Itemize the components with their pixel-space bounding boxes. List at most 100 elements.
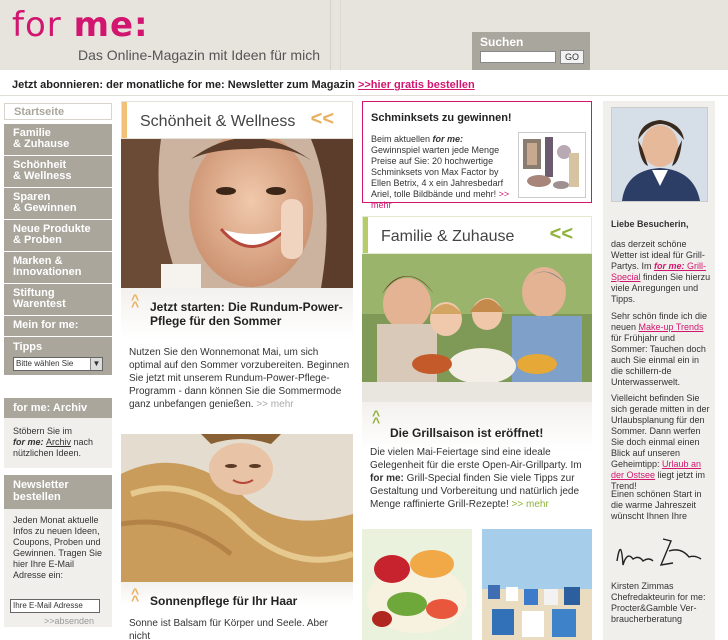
search-label: Suchen — [480, 35, 524, 49]
archiv-text-line: for me: Archiv nach — [13, 437, 106, 448]
chevron-up-icon: ^ ^ — [131, 585, 140, 608]
contest-promo-text-2: Gewinnspiel warten jede Menge Preise auf… — [371, 145, 504, 199]
woman-smiling-image[interactable] — [121, 139, 353, 288]
left-navigation: Startseite Familie & Zuhause Schönheit &… — [4, 103, 112, 627]
editor-role: Chefredakteurin for me: Procter&Gamble V… — [611, 592, 706, 624]
nav-item-schoenheit-wellness[interactable]: Schönheit & Wellness — [4, 156, 112, 187]
editor-paragraph-3: Vielleicht befinden Sie sich gerade mitt… — [611, 393, 711, 492]
beach-baskets-illustration — [482, 529, 592, 640]
contest-promo-text: Beim aktuellen for me: Gewinnspiel warte… — [371, 134, 511, 211]
editor-closing: Einen schönen Start in die warme Jahresz… — [611, 489, 702, 521]
contest-promo-box[interactable]: Schminksets zu gewinnen! Beim aktuellen … — [362, 101, 592, 210]
chevron-up-icon: ^ ^ — [131, 291, 140, 314]
editor-p2-text-b: für Frühjahr und Sommer: Tauchen doch au… — [611, 333, 706, 387]
nav-item-neue-produkte[interactable]: Neue Produkte & Proben — [4, 220, 112, 251]
archiv-brand: for me: — [13, 437, 47, 447]
nav-item-stiftung-warentest[interactable]: Stiftung Warentest — [4, 284, 112, 315]
makeup-kit-image[interactable] — [518, 132, 586, 198]
newsletter-box: Jeden Monat aktuelle Infos zu neuen Idee… — [4, 509, 112, 627]
beauty-article-1-title[interactable]: Jetzt starten: Die Rundum-Power-Pflege f… — [150, 300, 350, 328]
nav-item-sparen-gewinnen[interactable]: Sparen & Gewinnen — [4, 188, 112, 219]
nav-item-mein-for-me[interactable]: Mein for me: — [4, 316, 112, 336]
archiv-text-line: Stöbern Sie im — [13, 426, 73, 436]
tipps-label: Tipps — [13, 341, 43, 353]
family-barbecue-image[interactable] — [362, 254, 592, 402]
beauty-article-2-title[interactable]: Sonnenpflege für Ihr Haar — [150, 594, 297, 608]
double-chevron-icon: << — [310, 108, 334, 130]
newsletter-email-input[interactable]: Ihre E-Mail Adresse — [10, 599, 100, 613]
section-accent-bar — [122, 102, 127, 138]
editor-grill-link-brand[interactable]: for me: — [654, 261, 685, 271]
woman-hair-illustration — [121, 434, 353, 582]
header-divider — [340, 0, 341, 70]
newsletter-bar-label: Jetzt abonnieren: der monatliche for me:… — [12, 79, 358, 91]
site-logo[interactable]: for me: — [12, 5, 149, 45]
archiv-text-part: nach — [71, 437, 94, 447]
logo-for: for — [12, 5, 74, 45]
editor-greeting: Liebe Besucherin, — [611, 219, 689, 229]
newsletter-order-link[interactable]: >>hier gratis bestellen — [358, 79, 475, 91]
chevron-down-icon[interactable]: ▼ — [90, 358, 102, 370]
family-article-text-1: Die vielen Mai-Feiertage sind eine ideal… — [370, 447, 582, 471]
archiv-heading: for me: Archiv — [4, 398, 112, 418]
nav-item-familie-zuhause[interactable]: Familie & Zuhause — [4, 124, 112, 155]
chevron-up-icon: ^ ^ — [372, 407, 381, 430]
family-barbecue-illustration — [362, 254, 592, 402]
search-go-button[interactable]: GO — [560, 50, 584, 64]
search-input[interactable] — [480, 51, 556, 63]
nav-item-marken-innovationen[interactable]: Marken & Innovationen — [4, 252, 112, 283]
editor-name: Kirsten Zimmas — [611, 581, 674, 591]
beauty-article-1-body: Nutzen Sie den Wonnemonat Mai, um sich o… — [129, 347, 350, 410]
beauty-article-1-text: Nutzen Sie den Wonnemonat Mai, um sich o… — [129, 346, 351, 411]
family-article-text: Die vielen Mai-Feiertage sind eine ideal… — [370, 446, 592, 511]
family-article-title[interactable]: Die Grillsaison ist eröffnet! — [390, 426, 543, 440]
newsletter-bar-text: Jetzt abonnieren: der monatliche for me:… — [12, 79, 475, 91]
woman-hair-image[interactable] — [121, 434, 353, 582]
editor-paragraph-1: das derzeit schöne Wetter ist ideal für … — [611, 239, 711, 305]
nav-item-startseite[interactable]: Startseite — [4, 103, 112, 120]
beauty-article-1: ^ ^ Jetzt starten: Die Rundum-Power-Pfleg… — [121, 288, 353, 434]
beauty-article-2-text: Sonne ist Balsam für Körper und Seele. A… — [129, 618, 329, 640]
tipps-box: Tipps Bitte wählen Sie ▼ — [4, 337, 112, 375]
site-header: for me: Das Online-Magazin mit Ideen für… — [0, 0, 728, 70]
beauty-section-title: Schönheit & Wellness — [140, 113, 296, 130]
family-article: ^ ^ Die Grillsaison ist eröffnet! Die vie… — [362, 402, 592, 526]
beauty-section-header[interactable]: Schönheit & Wellness << — [121, 101, 353, 139]
contest-promo-brand: for me: — [432, 134, 464, 144]
beauty-article-1-more-link[interactable]: >> mehr — [256, 399, 293, 410]
newsletter-bar: Jetzt abonnieren: der monatliche for me:… — [0, 72, 728, 96]
editor-signature — [611, 531, 711, 575]
search-box: Suchen GO — [472, 32, 590, 70]
archiv-link[interactable]: Archiv — [46, 437, 71, 447]
newsletter-send-link[interactable]: >>absenden — [44, 616, 94, 627]
tipps-select[interactable]: Bitte wählen Sie ▼ — [13, 357, 103, 371]
contest-promo-title: Schminksets zu gewinnen! — [371, 112, 512, 124]
archiv-text-line: nützlichen Ideen. — [13, 448, 82, 458]
editor-column: Liebe Besucherin, das derzeit schöne Wet… — [603, 101, 715, 640]
fruit-platter-illustration — [362, 529, 472, 640]
woman-smiling-illustration — [121, 139, 353, 288]
family-column: Schminksets zu gewinnen! Beim aktuellen … — [362, 101, 592, 640]
fruit-platter-image[interactable] — [362, 529, 472, 640]
editor-p3-text-a: Vielleicht befinden Sie sich gerade mitt… — [611, 393, 710, 469]
editor-portrait — [611, 107, 708, 202]
tipps-select-value: Bitte wählen Sie — [16, 359, 74, 368]
family-section-header[interactable]: Familie & Zuhause << — [362, 216, 592, 254]
family-section-title: Familie & Zuhause — [381, 228, 515, 245]
editor-paragraph-2: Sehr schön finde ich die neuen Make-up T… — [611, 311, 711, 388]
beauty-column: Schönheit & Wellness << ^ ^ Jetzt starten… — [121, 101, 353, 640]
header-divider — [330, 0, 331, 70]
double-chevron-icon: << — [549, 223, 573, 245]
makeup-kit-illustration — [523, 137, 579, 189]
editor-signature-illustration — [616, 538, 702, 566]
editor-makeup-trends-link[interactable]: Make-up Trends — [639, 322, 704, 332]
editor-portrait-illustration — [612, 108, 707, 201]
newsletter-box-heading: Newsletter bestellen — [4, 475, 112, 509]
beach-baskets-image[interactable] — [482, 529, 592, 640]
site-tagline: Das Online-Magazin mit Ideen für mich — [78, 47, 320, 63]
logo-me: me: — [73, 5, 149, 45]
family-article-more-link[interactable]: >> mehr — [512, 499, 549, 510]
newsletter-box-text: Jeden Monat aktuelle Infos zu neuen Idee… — [13, 515, 103, 580]
beauty-article-2: ^ ^ Sonnenpflege für Ihr Haar Sonne ist B… — [121, 582, 353, 640]
contest-promo-text-1: Beim aktuellen — [371, 134, 433, 144]
